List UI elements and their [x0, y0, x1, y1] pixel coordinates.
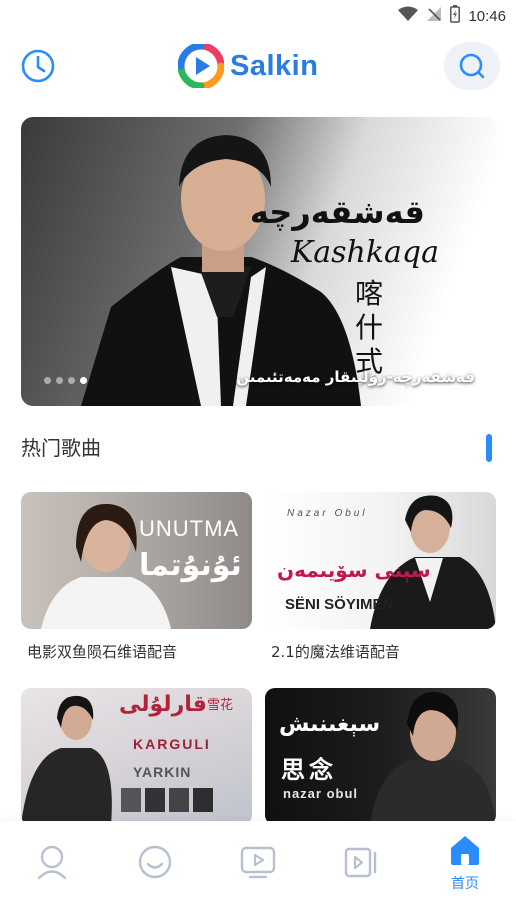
song-card[interactable]: UNUTMA ئۇنۇتما 电影双鱼陨石维语配音	[21, 492, 252, 662]
song-cover: قارلۇلى 雪花 KARGULI YARKIN	[21, 688, 252, 825]
app-logo: Salkin	[178, 44, 318, 88]
search-icon	[459, 53, 485, 79]
cover-uyghur: قارلۇلى	[119, 692, 207, 717]
featured-banner[interactable]: قەشقەرچە Kashkaqa 喀什式 قەشقەرچە-زۇلپىقار …	[21, 117, 497, 406]
banner-art-latin: Kashkaqa	[290, 235, 439, 270]
nav-clips[interactable]	[331, 845, 391, 879]
song-card[interactable]: قارلۇلى 雪花 KARGULI YARKIN	[21, 688, 252, 837]
banner-art-uyghur: قەشقەرچە	[249, 193, 425, 231]
search-button[interactable]	[444, 42, 500, 90]
banner-pagination	[44, 377, 87, 384]
song-title: 2.1的魔法维语配音	[271, 643, 400, 661]
cover-subtitle: YARKIN	[133, 764, 192, 780]
section-title: 热门歌曲	[21, 436, 101, 460]
nav-home-label: 首页	[451, 876, 479, 892]
history-clock-icon	[21, 49, 55, 83]
cover-latin: nazar obul	[283, 786, 359, 801]
song-cover: Nazar Obul سېنى سۆيىمەن SËNI SÖYIMEN	[265, 492, 496, 629]
nav-smile[interactable]	[125, 845, 185, 879]
pagination-dot	[56, 377, 63, 384]
song-cover: UNUTMA ئۇنۇتما	[21, 492, 252, 629]
nav-home[interactable]: 首页	[435, 833, 495, 893]
app-header: Salkin	[0, 40, 516, 92]
profile-icon	[37, 845, 67, 879]
history-button[interactable]	[20, 48, 56, 84]
song-card[interactable]: سېغىنىش 思念 nazar obul	[265, 688, 496, 837]
cover-uyghur: سېغىنىش	[279, 712, 381, 737]
status-bar: 10:46	[0, 0, 516, 30]
song-cover: سېغىنىش 思念 nazar obul	[265, 688, 496, 825]
pagination-dot	[68, 377, 75, 384]
wifi-icon	[398, 6, 419, 26]
banner-art-hanzi: 喀什式	[354, 277, 383, 378]
banner-caption: قەشقەرچە-زۇلپىقار مەمەتئىمىن	[236, 368, 475, 386]
cover-hanzi: 思念	[281, 755, 337, 784]
no-signal-icon	[426, 6, 442, 26]
battery-icon	[450, 5, 461, 27]
cover-latin: SËNI SÖYIMEN	[285, 596, 394, 613]
nav-profile[interactable]	[22, 845, 82, 879]
cover-latin: KARGULI	[133, 736, 211, 752]
cover-uyghur: سېنى سۆيىمەن	[277, 558, 431, 582]
clips-icon	[344, 847, 377, 878]
logo-play-icon	[178, 44, 224, 88]
pagination-dot-active	[80, 377, 87, 384]
cover-latin: UNUTMA	[139, 516, 240, 541]
cover-uyghur: ئۇنۇتما	[139, 548, 242, 583]
nav-video[interactable]	[228, 845, 288, 879]
cover-artist: Nazar Obul	[287, 508, 368, 519]
smile-icon	[138, 845, 172, 879]
video-play-icon	[240, 846, 276, 879]
bottom-nav: 首页	[0, 821, 516, 917]
cover-hanzi: 雪花	[207, 698, 234, 713]
song-card[interactable]: Nazar Obul سېنى سۆيىمەن SËNI SÖYIMEN 2.1…	[265, 492, 496, 662]
clock-time: 10:46	[468, 7, 506, 25]
song-title: 电影双鱼陨石维语配音	[27, 643, 178, 661]
pagination-dot	[44, 377, 51, 384]
section-marker	[486, 434, 492, 462]
home-icon	[451, 836, 479, 865]
brand-name: Salkin	[230, 49, 319, 82]
